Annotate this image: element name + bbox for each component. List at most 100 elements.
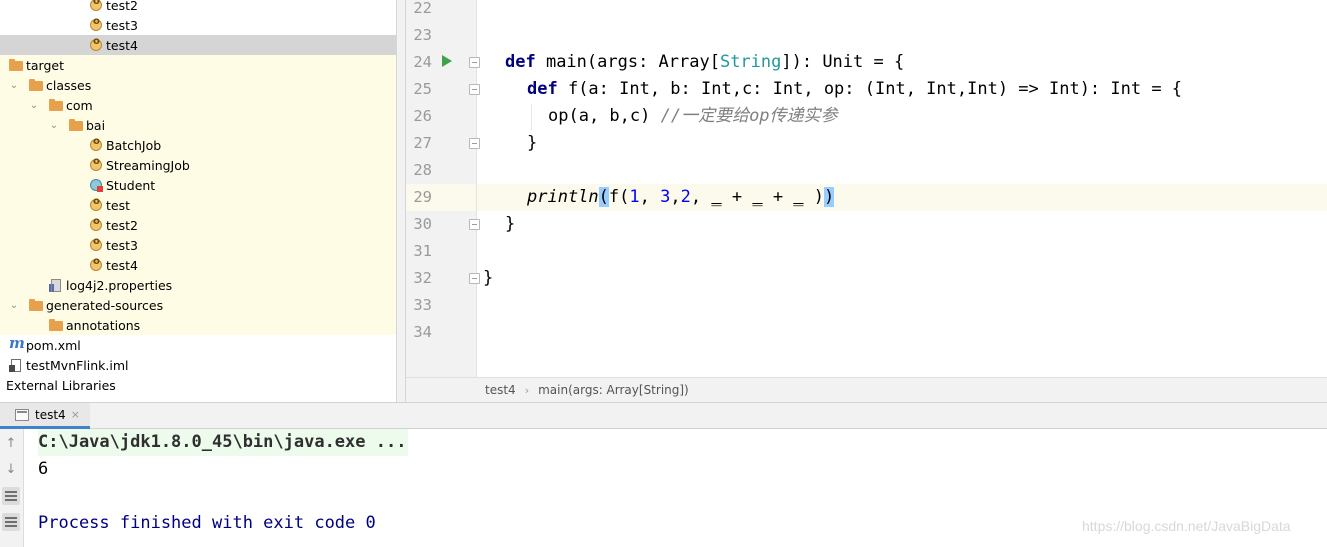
iml-file-icon — [8, 357, 24, 373]
project-tree: test2 test3 test4 target ⌄ classes ⌄ com ⌄ baiBat… — [0, 0, 396, 402]
chevron-right-icon: › — [524, 383, 530, 397]
watermark: https://blog.csdn.net/JavaBigData — [1082, 518, 1291, 534]
tree-item-label: External Libraries — [6, 377, 116, 393]
fold-marker-icon[interactable] — [469, 138, 480, 149]
folder-icon — [68, 117, 84, 133]
run-gutter-icon[interactable] — [442, 55, 452, 67]
line-number: 33 — [413, 296, 432, 314]
breadcrumb: test4 › main(args: Array[String]) — [406, 377, 1327, 402]
fold-marker-icon[interactable] — [469, 219, 480, 230]
tree-item-label: Student — [106, 177, 156, 193]
tree-item[interactable]: ⌄ generated-sources — [0, 295, 396, 315]
panel-splitter[interactable] — [396, 0, 406, 402]
tree-item-label: pom.xml — [26, 337, 81, 353]
run-panel-header: test4 × — [0, 402, 1327, 429]
tree-item[interactable]: test2 — [0, 215, 396, 235]
scala-object-icon — [88, 136, 104, 153]
tree-item[interactable]: Student — [0, 175, 396, 195]
line-number: 25 — [413, 80, 432, 98]
line-number: 23 — [413, 26, 432, 44]
scroll-to-end-icon[interactable] — [2, 513, 20, 531]
tree-item[interactable]: External Libraries — [0, 375, 396, 395]
tree-item[interactable]: test — [0, 195, 396, 215]
line-number: 32 — [413, 269, 432, 287]
tree-item-label: bai — [86, 117, 106, 133]
chevron-down-icon[interactable]: ⌄ — [28, 99, 40, 111]
tree-item-label: test2 — [106, 217, 138, 233]
tree-item-label: testMvnFlink.iml — [26, 357, 129, 373]
properties-file-icon — [48, 277, 64, 293]
line-number: 30 — [413, 215, 432, 233]
tree-item[interactable]: testMvnFlink.iml — [0, 355, 396, 375]
folder-icon — [8, 57, 24, 73]
scala-object-icon — [88, 236, 104, 253]
line-number: 29 — [413, 188, 432, 206]
tree-item-label: annotations — [66, 317, 141, 333]
tree-item[interactable]: ⌄ classes — [0, 75, 396, 95]
line-number: 26 — [413, 107, 432, 125]
up-arrow-icon[interactable]: ↑ — [2, 434, 20, 452]
tree-item-label: StreamingJob — [106, 157, 190, 173]
tree-item-label: test — [106, 197, 131, 213]
scala-object-icon — [88, 256, 104, 273]
code-line-29: println(f(1, 3,2, _ + _ + _ )) — [527, 187, 835, 207]
tree-item[interactable]: target — [0, 55, 396, 75]
line-number: 31 — [413, 242, 432, 260]
line-number: 22 — [413, 0, 432, 17]
code-line-25: def f(a: Int, b: Int,c: Int, op: (Int, I… — [527, 79, 1183, 99]
code-line-24: def main(args: Array[String]): Unit = { — [505, 52, 905, 72]
chevron-down-icon[interactable]: ⌄ — [48, 119, 60, 131]
scala-object-icon — [88, 36, 104, 53]
fold-marker-icon[interactable] — [469, 273, 480, 284]
console-output-line: 6 — [38, 459, 49, 479]
folder-icon — [48, 97, 64, 113]
down-arrow-icon[interactable]: ↓ — [2, 460, 20, 478]
soft-wrap-icon[interactable] — [2, 487, 20, 505]
console-command-line: C:\Java\jdk1.8.0_45\bin\java.exe ... — [38, 429, 409, 456]
folder-icon — [48, 317, 64, 333]
scala-object-icon — [88, 0, 104, 13]
code-line-30: } — [505, 214, 516, 234]
console-exit-line: Process finished with exit code 0 — [38, 513, 376, 533]
close-icon[interactable]: × — [71, 408, 80, 421]
tree-item[interactable]: ⌄ com — [0, 95, 396, 115]
scala-object-icon — [88, 16, 104, 33]
tab-label: test4 — [35, 407, 66, 422]
folder-icon — [28, 77, 44, 93]
code-line-27: } — [527, 133, 538, 153]
tree-item[interactable]: test2 — [0, 0, 396, 15]
tree-item-label: test4 — [106, 257, 138, 273]
chevron-down-icon[interactable]: ⌄ — [8, 299, 20, 311]
tree-item[interactable]: annotations — [0, 315, 396, 335]
breadcrumb-item-object[interactable]: test4 — [485, 383, 516, 397]
tree-item[interactable]: test3 — [0, 235, 396, 255]
fold-marker-icon[interactable] — [469, 57, 480, 68]
scala-object-icon — [88, 156, 104, 173]
tree-item[interactable]: BatchJob — [0, 135, 396, 155]
tree-item[interactable]: pom.xml — [0, 334, 396, 355]
tree-item[interactable]: StreamingJob — [0, 155, 396, 175]
tab-run-test4[interactable]: test4 × — [0, 403, 90, 429]
tree-item-label: BatchJob — [106, 137, 162, 153]
tree-item-label: test3 — [106, 17, 138, 33]
tree-item-label: com — [66, 97, 93, 113]
breadcrumb-item-method[interactable]: main(args: Array[String]) — [538, 383, 689, 397]
tree-item[interactable]: test3 — [0, 15, 396, 35]
tree-item-label: generated-sources — [46, 297, 164, 313]
console-icon — [15, 408, 29, 421]
tree-item[interactable]: ⌄ bai — [0, 115, 396, 135]
line-number: 34 — [413, 323, 432, 341]
tree-item-label: classes — [46, 77, 92, 93]
line-number: 28 — [413, 161, 432, 179]
tree-item-label: test2 — [106, 0, 138, 13]
chevron-down-icon[interactable]: ⌄ — [8, 79, 20, 91]
folder-icon — [28, 297, 44, 313]
tree-item[interactable]: test4 — [0, 255, 396, 275]
maven-pom-icon — [8, 334, 25, 353]
tree-item-label: test3 — [106, 237, 138, 253]
fold-marker-icon[interactable] — [469, 84, 480, 95]
tree-item[interactable]: log4j2.properties — [0, 275, 396, 295]
code-line-32: } — [483, 268, 494, 288]
tree-item[interactable]: test4 — [0, 35, 396, 55]
code-line-26: op(a, b,c) //一定要给op传递实参 — [548, 106, 838, 126]
